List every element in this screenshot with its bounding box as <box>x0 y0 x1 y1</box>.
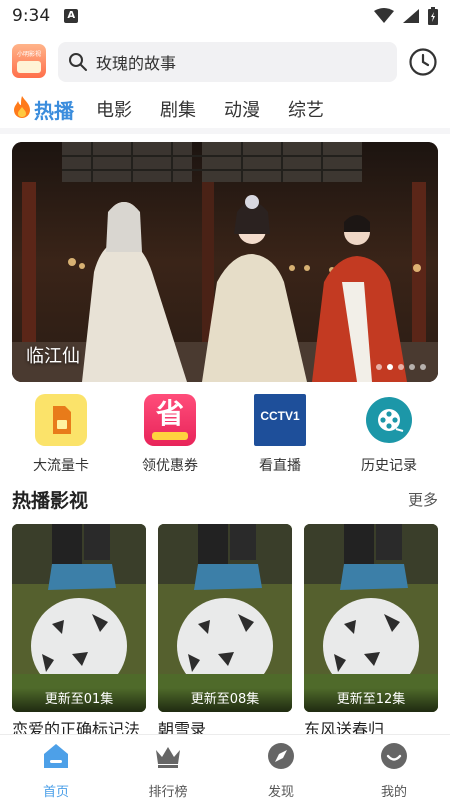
notification-icon: A <box>64 9 79 23</box>
card-poster: 更新至12集 <box>304 524 438 712</box>
video-card[interactable]: 更新至01集 恋爱的正确标记法 <box>12 524 146 740</box>
quick-item-live[interactable]: CCTV1 看直播 <box>225 394 335 475</box>
app-logo-text: 小明影视 <box>16 51 41 58</box>
card-update-badge: 更新至12集 <box>304 688 438 712</box>
search-input[interactable]: 玫瑰的故事 <box>58 42 397 82</box>
search-icon <box>69 53 87 71</box>
coupon-badge: 省 <box>155 397 184 430</box>
search-placeholder: 玫瑰的故事 <box>96 54 177 73</box>
nav-home[interactable]: 首页 <box>0 741 112 800</box>
tab-variety[interactable]: 综艺 <box>288 96 324 122</box>
quick-item-coupon[interactable]: 省 领优惠券 <box>115 394 225 475</box>
pagination-dot[interactable] <box>420 364 426 370</box>
poster-image <box>158 524 292 712</box>
nav-ranking[interactable]: 排行榜 <box>112 741 224 800</box>
home-icon <box>44 744 68 768</box>
signal-icon <box>403 9 419 23</box>
tv-live-badge: CCTV1 <box>260 409 300 423</box>
card-update-badge: 更新至01集 <box>12 688 146 712</box>
video-card[interactable]: 更新至08集 朝雪录 <box>158 524 292 740</box>
quick-label: 领优惠券 <box>142 458 198 474</box>
logo-face <box>17 61 41 73</box>
quick-item-data-card[interactable]: 大流量卡 <box>6 394 116 475</box>
quick-label: 大流量卡 <box>33 458 89 474</box>
quick-label: 历史记录 <box>361 458 417 474</box>
status-bar: 9:34 A <box>0 0 450 32</box>
tab-label: 热播 <box>34 98 74 123</box>
coupon-icon: 省 <box>144 394 196 446</box>
nav-label: 排行榜 <box>148 785 188 800</box>
bottom-nav: 首页 排行榜 发现 我的 <box>0 734 450 800</box>
tab-movie[interactable]: 电影 <box>96 96 132 122</box>
video-card[interactable]: 更新至12集 东风送春归 <box>304 524 438 740</box>
nav-label: 首页 <box>42 785 69 800</box>
quick-item-history[interactable]: 历史记录 <box>334 394 444 475</box>
crown-icon <box>156 747 180 768</box>
battery-icon <box>428 7 438 25</box>
sim-card-icon <box>35 394 87 446</box>
app-logo[interactable]: 小明影视 <box>12 44 46 78</box>
pagination-dot[interactable] <box>376 364 382 370</box>
poster-image <box>12 524 146 712</box>
card-poster: 更新至08集 <box>158 524 292 712</box>
category-tabs: 热播 电影 剧集 动漫 综艺 <box>0 92 450 126</box>
banner-title: 临江仙 <box>26 346 80 367</box>
nav-label: 我的 <box>380 785 407 800</box>
discover-icon <box>268 743 294 769</box>
nav-discover[interactable]: 发现 <box>225 741 337 800</box>
tv-live-icon: CCTV1 <box>254 394 306 446</box>
card-poster: 更新至01集 <box>12 524 146 712</box>
more-link[interactable]: 更多 <box>408 489 438 510</box>
quick-label: 看直播 <box>259 458 301 474</box>
banner-pagination <box>376 364 426 370</box>
pagination-dot-active[interactable] <box>387 364 393 370</box>
profile-icon <box>381 743 407 769</box>
quick-access-grid: 大流量卡 省 领优惠券 CCTV1 看直播 历史记录 <box>0 394 450 478</box>
hot-card-list: 更新至01集 恋爱的正确标记法 更新至08集 朝雪录 更新至12集 东风送春归 <box>12 524 438 739</box>
nav-label: 发现 <box>267 785 294 800</box>
tab-hot[interactable]: 热播 <box>12 95 74 124</box>
status-indicators <box>374 7 438 25</box>
film-reel-icon <box>366 397 412 443</box>
poster-image <box>304 524 438 712</box>
section-title: 热播影视 <box>12 489 89 512</box>
banner-carousel[interactable]: 临江仙 <box>12 142 438 382</box>
tab-anime[interactable]: 动漫 <box>224 96 260 122</box>
tab-series[interactable]: 剧集 <box>160 96 196 122</box>
card-update-badge: 更新至08集 <box>158 688 292 712</box>
history-clock-icon[interactable] <box>408 47 438 77</box>
status-time: 9:34 <box>12 6 51 26</box>
hot-section-header: 热播影视 更多 <box>12 484 438 514</box>
divider <box>0 128 450 134</box>
pagination-dot[interactable] <box>409 364 415 370</box>
fire-icon <box>12 95 32 124</box>
wifi-icon <box>374 8 394 23</box>
top-bar: 小明影视 玫瑰的故事 <box>0 42 450 84</box>
pagination-dot[interactable] <box>398 364 404 370</box>
nav-profile[interactable]: 我的 <box>338 741 450 800</box>
